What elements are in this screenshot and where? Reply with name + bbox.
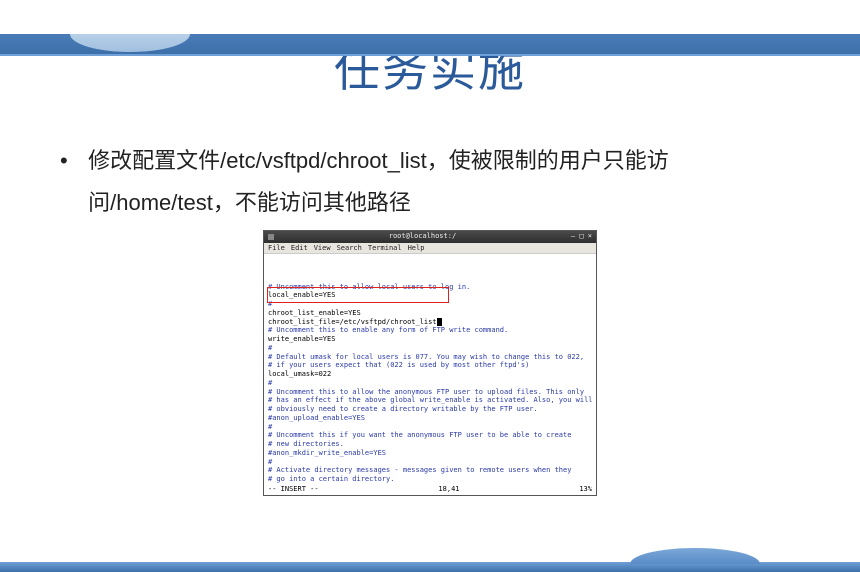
terminal-line: # Uncomment this to enable any form of F… (268, 326, 592, 335)
terminal-line: # Uncomment this to allow the anonymous … (268, 388, 592, 397)
terminal-titlebar: root@localhost:/ – □ × (264, 231, 596, 243)
terminal-line: # obviously need to create a directory w… (268, 405, 592, 414)
cursor-icon (437, 318, 442, 326)
terminal-line: write_enable=YES (268, 335, 592, 344)
terminal-screenshot: root@localhost:/ – □ × File Edit View Searc… (263, 230, 597, 496)
bullet-marker: • (60, 140, 82, 182)
window-controls-icon: – □ × (571, 232, 592, 241)
terminal-line: #anon_upload_enable=YES (268, 414, 592, 423)
terminal-line: # has an effect if the above global writ… (268, 396, 592, 405)
terminal-line: # (268, 344, 592, 353)
terminal-line: # Uncomment this to allow local users to… (268, 283, 592, 292)
slide-body: • 修改配置文件/etc/vsftpd/chroot_list，使被限制的用户只… (60, 140, 800, 224)
terminal-line: # Activate directory messages - messages… (268, 466, 592, 475)
terminal-line: # Default umask for local users is 077. … (268, 353, 592, 362)
terminal-line: # (268, 458, 592, 467)
terminal-line: chroot_list_enable=YES (268, 309, 592, 318)
terminal-line: local_umask=022 (268, 370, 592, 379)
slide-top-border (0, 34, 860, 56)
menu-item: Terminal (368, 244, 402, 252)
menu-item: Help (408, 244, 425, 252)
terminal-line: local_enable=YES (268, 291, 592, 300)
terminal-line: # Uncomment this if you want the anonymo… (268, 431, 592, 440)
terminal-menubar: File Edit View Search Terminal Help (264, 243, 596, 255)
menu-item: View (314, 244, 331, 252)
menu-item: Edit (291, 244, 308, 252)
terminal-line: # (268, 379, 592, 388)
terminal-line: # go into a certain directory. (268, 475, 592, 484)
menu-item: File (268, 244, 285, 252)
terminal-body: # Uncomment this to allow local users to… (264, 254, 596, 485)
terminal-title: root@localhost:/ (278, 232, 567, 241)
terminal-line: # if your users expect that (022 is used… (268, 361, 592, 370)
terminal-line: chroot_list_file=/etc/vsftpd/chroot_list (268, 318, 592, 327)
terminal-line: # new directories. (268, 440, 592, 449)
slide-bottom-border (0, 562, 860, 572)
terminal-statusbar: -- INSERT -- 18,41 13% (264, 485, 596, 495)
bullet-text: 修改配置文件/etc/vsftpd/chroot_list，使被限制的用户只能访… (88, 140, 798, 224)
window-icon (268, 234, 274, 240)
terminal-line: #anon_mkdir_write_enable=YES (268, 449, 592, 458)
menu-item: Search (337, 244, 362, 252)
status-percent: 13% (579, 485, 592, 494)
terminal-line: # (268, 423, 592, 432)
status-position: 18,41 (438, 485, 459, 494)
status-mode: -- INSERT -- (268, 485, 319, 494)
terminal-line: # (268, 300, 592, 309)
